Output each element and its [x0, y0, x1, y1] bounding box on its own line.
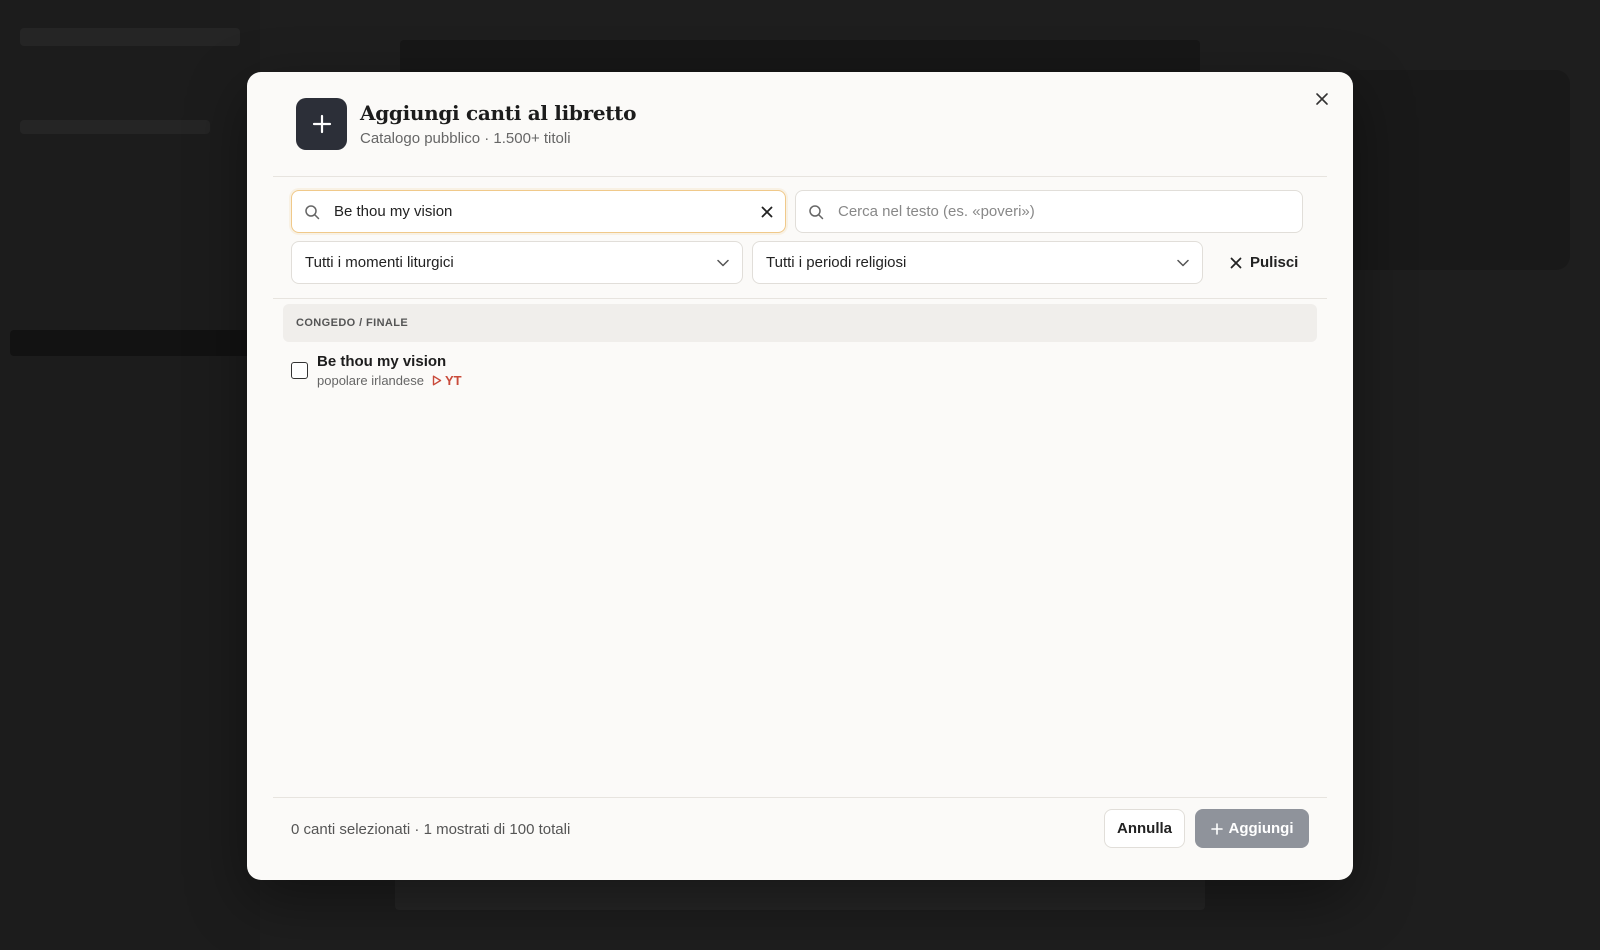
selection-status: 0 canti selezionati · 1 mostrati di 100 …: [291, 821, 571, 838]
chevron-down-icon: [1177, 259, 1189, 266]
song-title: Be thou my vision: [317, 353, 447, 370]
group-header: CONGEDO / FINALE: [283, 304, 1317, 342]
search-icon: [305, 204, 320, 219]
add-songs-modal: Aggiungi canti al libretto Catalogo pubb…: [247, 72, 1353, 880]
plus-icon: [1210, 822, 1223, 835]
song-origin: popolare irlandese: [317, 373, 424, 388]
clear-filters-button[interactable]: Pulisci: [1224, 241, 1304, 284]
title-search-input[interactable]: Be thou my vision: [291, 190, 786, 233]
footer-divider: [273, 797, 1327, 798]
plus-icon: [296, 98, 347, 150]
clear-search-icon[interactable]: [761, 206, 773, 218]
modal-title: Aggiungi canti al libretto: [360, 101, 637, 125]
text-search-placeholder: Cerca nel testo (es. «poveri»): [838, 203, 1035, 220]
song-checkbox[interactable]: [291, 362, 308, 379]
liturgical-moment-select[interactable]: Tutti i momenti liturgici: [291, 241, 743, 284]
cancel-button[interactable]: Annulla: [1104, 809, 1185, 848]
play-icon: [432, 375, 442, 386]
religious-period-value: Tutti i periodi religiosi: [766, 254, 907, 271]
chevron-down-icon: [717, 259, 729, 266]
search-icon: [809, 204, 824, 219]
text-search-input[interactable]: Cerca nel testo (es. «poveri»): [795, 190, 1303, 233]
close-button[interactable]: [1309, 86, 1335, 112]
clear-filters-label: Pulisci: [1250, 254, 1299, 271]
modal-subtitle: Catalogo pubblico · 1.500+ titoli: [360, 130, 571, 147]
add-button-label: Aggiungi: [1228, 820, 1294, 837]
close-icon: [1230, 257, 1242, 268]
title-search-value: Be thou my vision: [334, 203, 453, 220]
liturgical-moment-value: Tutti i momenti liturgici: [305, 254, 454, 271]
add-button[interactable]: Aggiungi: [1195, 809, 1309, 848]
youtube-label: YT: [444, 373, 462, 388]
header-divider: [273, 176, 1327, 177]
song-list-item[interactable]: Be thou my vision popolare irlandese YT: [291, 353, 462, 388]
modal-header: Aggiungi canti al libretto Catalogo pubb…: [296, 98, 636, 150]
religious-period-select[interactable]: Tutti i periodi religiosi: [752, 241, 1203, 284]
close-icon: [1316, 93, 1328, 105]
filters-divider: [273, 298, 1327, 299]
youtube-link[interactable]: YT: [432, 373, 462, 388]
